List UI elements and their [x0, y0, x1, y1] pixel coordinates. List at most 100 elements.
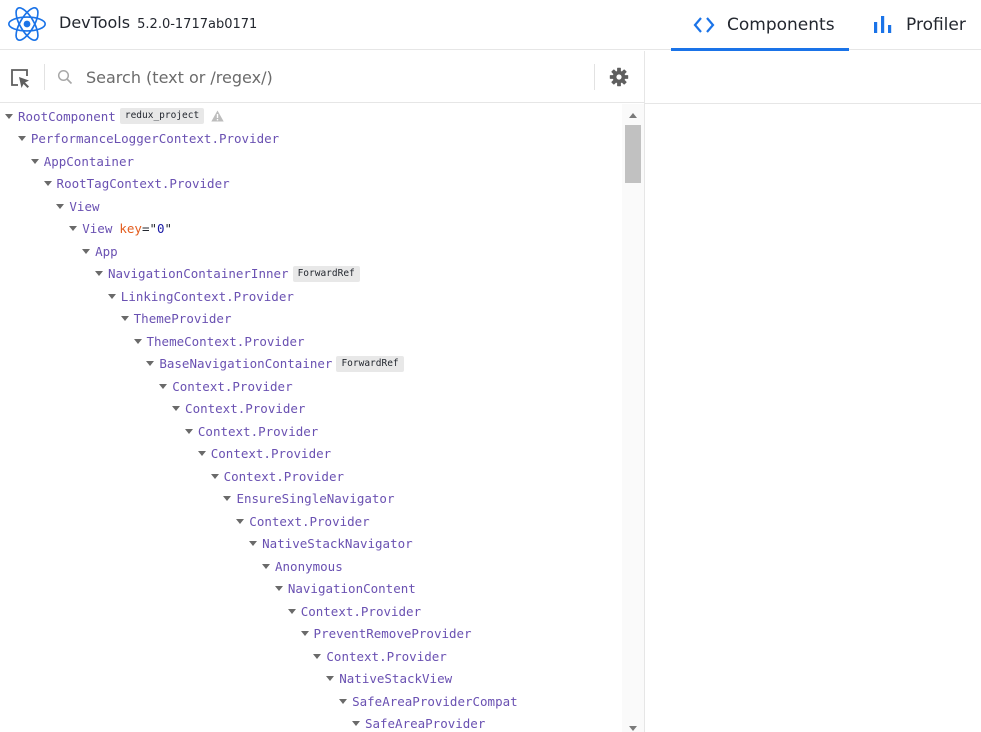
component-name: NavigationContainerInner: [107, 266, 289, 282]
toolbar-divider: [594, 64, 595, 90]
devtools-header: DevTools 5.2.0-1717ab0171 Components Pro…: [0, 0, 981, 51]
component-name: Context.Provider: [223, 468, 345, 484]
tree-row[interactable]: ThemeProvider: [0, 308, 622, 331]
tree-row[interactable]: NavigationContainerInner ForwardRef: [0, 263, 622, 286]
gear-icon[interactable]: [609, 67, 629, 87]
expand-toggle-icon[interactable]: [262, 563, 270, 569]
tree-row[interactable]: NativeStackNavigator: [0, 533, 622, 556]
component-name: PerformanceLoggerContext.Provider: [30, 131, 280, 147]
expand-toggle-icon[interactable]: [326, 676, 335, 682]
component-name: NativeStackView: [339, 671, 453, 687]
expand-toggle-icon[interactable]: [339, 698, 348, 704]
component-name: Context.Provider: [300, 603, 422, 619]
component-tree: RootComponent redux_project PerformanceLog…: [0, 104, 622, 732]
expand-toggle-icon[interactable]: [172, 406, 181, 412]
expand-toggle-icon[interactable]: [107, 293, 116, 299]
expand-toggle-icon[interactable]: [274, 586, 283, 592]
component-name: SafeAreaProviderCompat: [352, 693, 518, 709]
expand-toggle-icon[interactable]: [120, 316, 129, 322]
expand-toggle-icon[interactable]: [287, 608, 296, 614]
tree-row[interactable]: Anonymous: [0, 555, 622, 578]
component-name: View: [82, 221, 113, 237]
tree-scrollbar[interactable]: [622, 104, 644, 732]
tree-row[interactable]: AppContainer: [0, 150, 622, 173]
expand-toggle-icon[interactable]: [133, 338, 142, 344]
component-name: RootComponent: [18, 108, 116, 124]
inspect-element-icon[interactable]: [9, 67, 31, 89]
component-name: Anonymous: [275, 558, 343, 574]
component-name: LinkingContext.Provider: [120, 288, 294, 304]
tree-row[interactable]: Context.Provider: [0, 398, 622, 421]
tree-row[interactable]: NativeStackView: [0, 668, 622, 691]
tree-row[interactable]: View key =" 0 ": [0, 218, 622, 241]
tree-row[interactable]: SafeAreaProviderCompat: [0, 690, 622, 713]
tree-row[interactable]: Context.Provider: [0, 420, 622, 443]
expand-toggle-icon[interactable]: [5, 113, 13, 119]
expand-toggle-icon[interactable]: [56, 203, 65, 209]
expand-toggle-icon[interactable]: [249, 541, 258, 547]
warning-icon: [211, 110, 224, 122]
inspected-element-panel: [645, 51, 981, 732]
expand-toggle-icon[interactable]: [236, 518, 245, 524]
expand-toggle-icon[interactable]: [313, 653, 322, 659]
tree-row[interactable]: Context.Provider: [0, 375, 622, 398]
tab-components[interactable]: Components: [671, 0, 849, 51]
expand-toggle-icon[interactable]: [197, 451, 206, 457]
expand-toggle-icon[interactable]: [30, 158, 39, 164]
tree-row[interactable]: SafeAreaProvider: [0, 713, 622, 732]
toolbar-divider: [44, 64, 45, 90]
scroll-thumb[interactable]: [625, 125, 641, 183]
component-name: View: [69, 198, 100, 214]
tab-profiler[interactable]: Profiler: [872, 0, 981, 50]
react-logo-icon: [8, 7, 46, 41]
component-name: Context.Provider: [210, 446, 332, 462]
expand-toggle-icon[interactable]: [146, 361, 155, 367]
component-name: App: [95, 243, 118, 259]
component-name: ThemeProvider: [133, 311, 232, 327]
tree-row[interactable]: RootComponent redux_project: [0, 105, 622, 128]
tree-row[interactable]: RootTagContext.Provider: [0, 173, 622, 196]
tree-row[interactable]: BaseNavigationContainer ForwardRef: [0, 353, 622, 376]
key-prop-quote: ": [164, 221, 173, 237]
tree-row[interactable]: Context.Provider: [0, 600, 622, 623]
app-version: 5.2.0-1717ab0171: [137, 17, 258, 32]
expand-toggle-icon[interactable]: [94, 271, 103, 277]
search-input[interactable]: [80, 61, 580, 93]
expand-toggle-icon[interactable]: [184, 428, 193, 434]
tree-row[interactable]: Context.Provider: [0, 645, 622, 668]
component-name: Context.Provider: [249, 513, 370, 529]
component-name: NativeStackNavigator: [262, 536, 413, 552]
component-name: AppContainer: [43, 153, 134, 169]
tree-row[interactable]: ThemeContext.Provider: [0, 330, 622, 353]
tree-row[interactable]: View: [0, 195, 622, 218]
expand-toggle-icon[interactable]: [69, 226, 78, 232]
component-name: BaseNavigationContainer: [159, 356, 333, 372]
expand-toggle-icon[interactable]: [82, 248, 91, 254]
key-prop-value: 0: [157, 221, 165, 237]
expand-toggle-icon[interactable]: [223, 496, 232, 502]
component-name: Context.Provider: [172, 378, 293, 394]
tree-row[interactable]: EnsureSingleNavigator: [0, 488, 622, 511]
tree-row[interactable]: PreventRemoveProvider: [0, 623, 622, 646]
scroll-down-arrow-icon[interactable]: [629, 726, 637, 731]
expand-toggle-icon[interactable]: [43, 181, 52, 187]
expand-toggle-icon[interactable]: [300, 631, 309, 637]
tree-row[interactable]: LinkingContext.Provider: [0, 285, 622, 308]
scroll-up-arrow-icon[interactable]: [629, 113, 637, 118]
tree-row[interactable]: PerformanceLoggerContext.Provider: [0, 128, 622, 151]
expand-toggle-icon[interactable]: [210, 473, 219, 479]
tab-components-label: Components: [727, 15, 835, 35]
expand-toggle-icon[interactable]: [159, 383, 168, 389]
component-name: EnsureSingleNavigator: [236, 491, 395, 507]
tree-row[interactable]: App: [0, 240, 622, 263]
tree-row[interactable]: Context.Provider: [0, 510, 622, 533]
app-name: DevTools: [59, 13, 131, 32]
app-title: DevTools 5.2.0-1717ab0171: [59, 13, 257, 32]
inspected-element-toolbar: [645, 51, 981, 104]
tree-row[interactable]: Context.Provider: [0, 465, 622, 488]
expand-toggle-icon[interactable]: [351, 721, 360, 727]
tree-row[interactable]: Context.Provider: [0, 443, 622, 466]
tree-row[interactable]: NavigationContent: [0, 578, 622, 601]
expand-toggle-icon[interactable]: [17, 136, 26, 142]
components-tree-panel: RootComponentredux_project PerformanceLog…: [0, 51, 645, 732]
